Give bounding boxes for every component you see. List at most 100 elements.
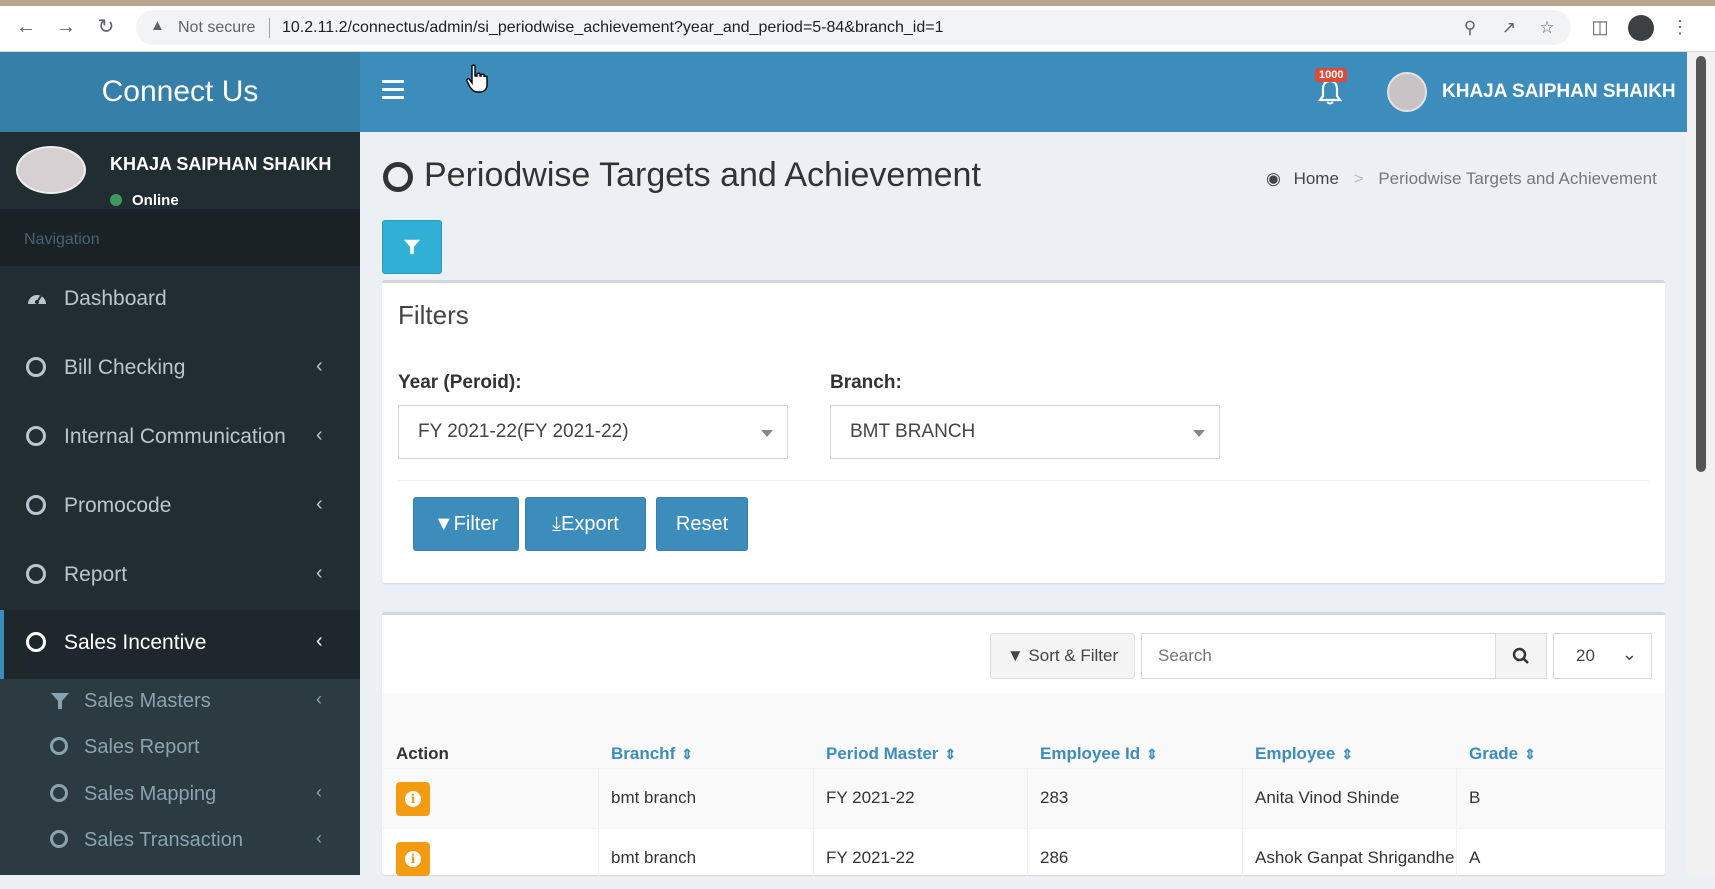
reset-button[interactable]: Reset <box>656 497 748 551</box>
zoom-icon[interactable]: ⚲ <box>1459 17 1481 39</box>
download-icon: ⤓ <box>552 513 562 535</box>
share-icon[interactable]: ↗ <box>1498 17 1520 39</box>
column-header-label: Grade <box>1469 744 1519 763</box>
column-divider <box>1027 769 1028 829</box>
url-text[interactable]: 10.2.11.2/connectus/admin/si_periodwise_… <box>282 19 944 37</box>
address-bar[interactable]: ▲ Not secure 10.2.11.2/connectus/admin/s… <box>136 10 1571 45</box>
cell-employee: Ashok Ganpat Shrigandhe <box>1255 848 1455 867</box>
info-button[interactable]: i <box>396 842 430 876</box>
column-divider <box>813 769 814 829</box>
sidebar-item-label: Promocode <box>64 494 172 517</box>
user-panel: KHAJA SAIPHAN SHAIKH Online <box>0 132 360 209</box>
branch-select-value: BMT BRANCH <box>850 421 976 442</box>
sidebar-item-sales-transaction[interactable]: Sales Transaction ‹ <box>0 818 360 864</box>
sidebar-item-promocode[interactable]: Promocode ‹ <box>0 473 360 542</box>
chevron-left-icon: ‹ <box>316 828 322 848</box>
column-divider <box>598 829 599 889</box>
circle-icon <box>26 564 48 586</box>
sort-icon: ⇕ <box>944 746 957 762</box>
column-divider <box>1242 829 1243 889</box>
breadcrumb: ◉ Home > Periodwise Targets and Achievem… <box>1266 169 1657 189</box>
column-header-label: Employee <box>1255 744 1336 763</box>
sidebar-item-dashboard[interactable]: Dashboard <box>0 266 360 335</box>
sidebar-item-sales-report[interactable]: Sales Report <box>0 725 360 771</box>
table-row: i bmt branch FY 2021-22 286 Ashok Ganpat… <box>382 828 1665 889</box>
warning-icon: ▲ <box>150 17 165 34</box>
sidebar-item-label: Report <box>64 563 128 586</box>
circle-icon <box>26 632 48 654</box>
menu-dots-icon[interactable]: ⋮ <box>1668 15 1692 39</box>
filter-icon: ▼ <box>1006 646 1024 665</box>
scrollbar-thumb[interactable] <box>1696 56 1706 472</box>
top-user-name[interactable]: KHAJA SAIPHAN SHAIKH <box>1442 81 1676 103</box>
hamburger-menu-icon[interactable] <box>382 80 404 102</box>
cell-branch: bmt branch <box>611 848 697 867</box>
breadcrumb-separator: > <box>1353 169 1364 188</box>
sidebar-user-name: KHAJA SAIPHAN SHAIKH <box>110 154 332 174</box>
info-icon: i <box>405 791 421 807</box>
not-secure-label: Not secure <box>178 19 256 36</box>
sidebar-item-label: Bill Checking <box>64 356 186 379</box>
export-button-label: Export <box>561 513 619 535</box>
sort-filter-button[interactable]: ▼ Sort & Filter <box>990 633 1135 679</box>
omnibox-divider <box>269 18 270 38</box>
breadcrumb-home[interactable]: Home <box>1294 169 1339 188</box>
column-divider <box>1456 829 1457 889</box>
dashboard-icon <box>26 288 48 310</box>
chevron-down-icon: ‹ <box>316 630 323 652</box>
column-header-action: Action <box>396 744 449 763</box>
back-icon[interactable]: ← <box>14 15 38 39</box>
column-header-grade[interactable]: Grade ⇕ <box>1469 744 1536 764</box>
breadcrumb-current: Periodwise Targets and Achievement <box>1378 169 1657 188</box>
column-divider <box>813 829 814 889</box>
sidebar-item-sales-incentive[interactable]: Sales Incentive ‹ <box>0 610 360 679</box>
forward-icon[interactable]: → <box>54 15 78 39</box>
caret-down-icon <box>1193 430 1205 437</box>
filters-title: Filters <box>398 300 469 330</box>
cell-period: FY 2021-22 <box>826 788 915 807</box>
sidebar-item-sales-masters[interactable]: Sales Masters ‹ <box>0 679 360 725</box>
year-label: Year (Peroid): <box>398 372 522 393</box>
sort-icon: ⇕ <box>681 746 693 762</box>
sidebar-item-bill-checking[interactable]: Bill Checking ‹ <box>0 335 360 404</box>
main-content: Periodwise Targets and Achievement ◉ Hom… <box>360 132 1687 889</box>
page-size-value: 20 <box>1576 646 1595 665</box>
branch-select[interactable]: BMT BRANCH <box>830 405 1220 459</box>
reload-icon[interactable]: ↻ <box>94 15 118 39</box>
side-panel-icon[interactable]: ◫ <box>1588 15 1612 39</box>
page-size-select[interactable]: 20 ⌄ <box>1553 633 1652 679</box>
year-select[interactable]: FY 2021-22(FY 2021-22) <box>398 405 788 459</box>
chevron-left-icon: ‹ <box>316 782 322 802</box>
sidebar-item-internal-communication[interactable]: Internal Communication ‹ <box>0 404 360 473</box>
info-icon: i <box>405 851 421 867</box>
filter-toggle-button[interactable] <box>382 220 442 274</box>
sales-incentive-submenu: Sales Masters ‹ Sales Report Sales Mappi… <box>0 679 360 875</box>
bell-icon[interactable] <box>1315 78 1345 108</box>
sidebar-item-report[interactable]: Report ‹ <box>0 542 360 611</box>
sidebar-item-sales-mapping[interactable]: Sales Mapping ‹ <box>0 772 360 818</box>
bookmark-star-icon[interactable]: ☆ <box>1536 17 1558 39</box>
info-button[interactable]: i <box>396 782 430 816</box>
sidebar-subitem-label: Sales Mapping <box>84 783 217 805</box>
export-button[interactable]: ⤓Export <box>525 497 646 551</box>
chevron-left-icon: ‹ <box>316 562 323 584</box>
app-logo[interactable]: Connect Us <box>0 52 360 132</box>
column-header-label: Employee Id <box>1040 744 1141 763</box>
column-header-branch[interactable]: Branchf ⇕ <box>611 744 693 764</box>
search-input[interactable] <box>1141 633 1496 679</box>
circle-icon <box>26 426 48 448</box>
column-header-label: Branchf <box>611 744 676 763</box>
hand-cursor-icon <box>466 64 488 94</box>
column-header-period-master[interactable]: Period Master ⇕ <box>826 744 956 764</box>
filter-button[interactable]: ▼Filter <box>413 497 519 551</box>
sidebar: KHAJA SAIPHAN SHAIKH Online Navigation D… <box>0 132 360 875</box>
profile-avatar[interactable] <box>1628 15 1654 41</box>
sort-icon: ⇕ <box>1524 746 1536 762</box>
circle-icon <box>26 495 48 517</box>
column-header-employee-id[interactable]: Employee Id ⇕ <box>1040 744 1158 764</box>
user-avatar[interactable] <box>1387 72 1427 112</box>
sidebar-subitem-label: Sales Report <box>84 736 200 758</box>
column-header-employee[interactable]: Employee ⇕ <box>1255 744 1353 764</box>
online-status-label: Online <box>132 192 179 209</box>
search-icon[interactable] <box>1495 633 1547 679</box>
